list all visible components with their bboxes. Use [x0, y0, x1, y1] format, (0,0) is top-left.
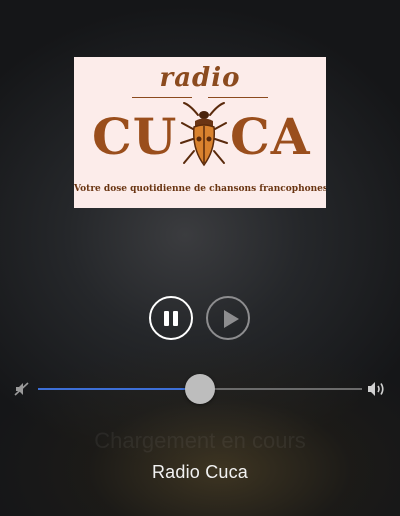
- pause-button[interactable]: [149, 296, 193, 340]
- volume-control: [0, 374, 400, 404]
- volume-slider-thumb[interactable]: [185, 374, 215, 404]
- logo-ca-text: CA: [230, 107, 311, 166]
- playback-controls: [0, 296, 400, 342]
- play-icon: [224, 310, 239, 328]
- logo-radio-text: radio: [74, 63, 326, 98]
- station-name: Radio Cuca: [151, 462, 249, 482]
- logo-cu-text: CU: [92, 107, 178, 166]
- beetle-icon: [180, 102, 228, 167]
- volume-slider[interactable]: [38, 374, 362, 404]
- pause-icon: [173, 311, 178, 326]
- volume-slider-fill: [38, 388, 200, 390]
- volume-mute-icon: [14, 382, 29, 396]
- logo-tagline: Votre dose quotidienne de chansons franc…: [74, 184, 326, 194]
- play-button[interactable]: [206, 296, 250, 340]
- volume-max-icon: [368, 382, 384, 396]
- loading-status-text: Chargement en cours: [94, 428, 306, 453]
- pause-icon: [164, 311, 169, 326]
- station-artwork: radio CU CA Votre dose quotidienne de ch…: [74, 57, 326, 208]
